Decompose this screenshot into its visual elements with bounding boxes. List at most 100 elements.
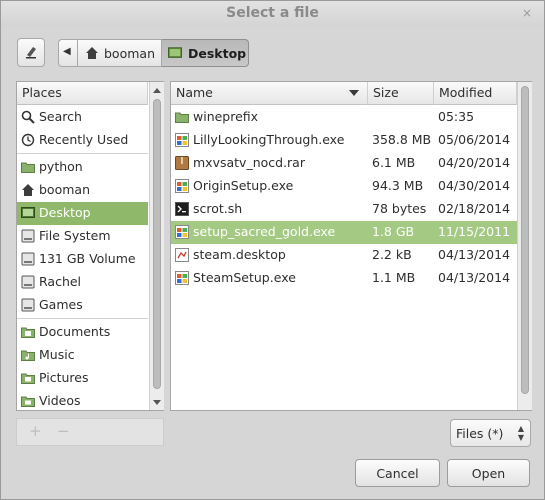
file-size: 1.8 GB: [372, 224, 415, 239]
file-modified: 11/15/2011: [438, 224, 511, 239]
places-sidebar: Places Search Recently Used python booma…: [16, 81, 164, 411]
sidebar-item-label: Rachel: [39, 274, 82, 289]
file-list-scrollbar[interactable]: [517, 82, 532, 410]
sidebar-item-label: booman: [39, 182, 90, 197]
sidebar-item-label: File System: [39, 228, 111, 243]
filter-value: Files (*): [456, 426, 504, 441]
add-bookmark-button[interactable]: +: [29, 422, 42, 440]
bookmark-toolbar: + −: [16, 418, 164, 446]
divider: [17, 318, 148, 319]
file-modified: 04/13/2014: [438, 270, 511, 285]
drive-icon: [21, 229, 35, 243]
sidebar-item-131gb-volume[interactable]: 131 GB Volume: [17, 248, 148, 271]
breadcrumb-booman[interactable]: booman: [78, 39, 162, 67]
pictures-folder-icon: [21, 373, 35, 384]
file-row[interactable]: steam.desktop 2.2 kB 04/13/2014: [171, 244, 517, 267]
drive-icon: [21, 275, 35, 289]
sidebar-item-python[interactable]: python: [17, 156, 148, 179]
sidebar-item-label: Games: [39, 297, 83, 312]
sidebar-item-label: Recently Used: [39, 132, 129, 147]
dialog-title: Select a file: [226, 5, 319, 21]
sidebar-item-label: python: [39, 159, 83, 174]
file-row[interactable]: OriginSetup.exe 94.3 MB 04/30/2014: [171, 175, 517, 198]
sidebar-item-booman[interactable]: booman: [17, 179, 148, 202]
pencil-icon: [26, 47, 36, 59]
chevron-left-icon: ◀: [63, 46, 71, 57]
sidebar-item-file-system[interactable]: File System: [17, 225, 148, 248]
column-header-size[interactable]: Size: [368, 82, 434, 105]
file-size: 6.1 MB: [372, 155, 416, 170]
column-label: Modified: [439, 85, 493, 100]
file-size: 2.2 kB: [372, 247, 412, 262]
desktop-icon: [168, 47, 182, 58]
file-size: 78 bytes: [372, 201, 427, 216]
home-icon: [22, 184, 34, 196]
file-modified: 04/13/2014: [438, 247, 511, 262]
sidebar-item-label: Search: [39, 109, 82, 124]
breadcrumb-label: Desktop: [188, 46, 247, 61]
chevron-down-icon: ▼: [517, 433, 524, 442]
close-icon[interactable]: ×: [522, 6, 532, 20]
scrollbar-thumb[interactable]: [521, 86, 529, 394]
file-chooser-dialog: Select a file × ◀ booman Desktop Places …: [0, 0, 545, 500]
column-label: Size: [373, 85, 399, 100]
sidebar-item-rachel[interactable]: Rachel: [17, 271, 148, 294]
sidebar-item-recently-used[interactable]: Recently Used: [17, 129, 148, 152]
file-name: LillyLookingThrough.exe: [193, 132, 345, 147]
remove-bookmark-button[interactable]: −: [57, 422, 70, 440]
column-header-modified[interactable]: Modified: [434, 82, 517, 105]
scroll-down-icon[interactable]: [153, 400, 161, 405]
scroll-up-icon[interactable]: [153, 88, 161, 93]
folder-icon: [175, 112, 189, 123]
breadcrumb-desktop[interactable]: Desktop: [162, 39, 249, 67]
sidebar-item-documents[interactable]: Documents: [17, 321, 148, 344]
open-button[interactable]: Open: [447, 459, 530, 487]
path-back-button[interactable]: ◀: [58, 39, 78, 67]
file-name: scrot.sh: [193, 201, 243, 216]
cancel-button[interactable]: Cancel: [355, 459, 440, 487]
folder-icon: [21, 162, 35, 173]
sidebar-item-pictures[interactable]: Pictures: [17, 367, 148, 390]
places-scrollbar[interactable]: [149, 82, 164, 410]
file-type-filter[interactable]: Files (*) ▲ ▼: [450, 419, 531, 447]
file-name: mxvsatv_nocd.rar: [193, 155, 305, 170]
sidebar-item-desktop[interactable]: Desktop: [17, 202, 148, 225]
videos-folder-icon: [21, 396, 35, 407]
desktop-file-icon: [175, 248, 189, 262]
file-row[interactable]: LillyLookingThrough.exe 358.8 MB 05/06/2…: [171, 129, 517, 152]
sort-descending-icon: [349, 90, 359, 96]
file-modified: 05:35: [438, 109, 475, 124]
file-size: 1.1 MB: [372, 270, 416, 285]
titlebar[interactable]: Select a file ×: [1, 1, 544, 27]
file-row[interactable]: wineprefix 05:35: [171, 106, 517, 129]
sidebar-item-search[interactable]: Search: [17, 106, 148, 129]
type-location-button[interactable]: [17, 38, 45, 67]
file-row[interactable]: scrot.sh 78 bytes 02/18/2014: [171, 198, 517, 221]
file-modified: 02/18/2014: [438, 201, 511, 216]
file-name: OriginSetup.exe: [193, 178, 294, 193]
file-row-selected[interactable]: setup_sacred_gold.exe 1.8 GB 11/15/2011: [171, 221, 517, 244]
exe-icon: [175, 271, 189, 285]
file-modified: 04/20/2014: [438, 155, 511, 170]
column-header-name[interactable]: Name: [171, 82, 368, 105]
breadcrumb-label: booman: [104, 46, 155, 61]
drive-icon: [21, 298, 35, 312]
file-name: SteamSetup.exe: [193, 270, 296, 285]
sidebar-item-music[interactable]: Music: [17, 344, 148, 367]
search-icon: [21, 110, 35, 124]
script-icon: [175, 202, 189, 216]
open-label: Open: [471, 466, 506, 481]
spinner-icon: ▲ ▼: [518, 424, 524, 442]
drive-icon: [21, 252, 35, 266]
file-row[interactable]: mxvsatv_nocd.rar 6.1 MB 04/20/2014: [171, 152, 517, 175]
divider: [17, 153, 148, 154]
sidebar-item-label: Pictures: [39, 370, 89, 385]
file-name: steam.desktop: [193, 247, 286, 262]
sidebar-item-games[interactable]: Games: [17, 294, 148, 317]
file-list: Name Size Modified wineprefix 05:35 Lill…: [170, 81, 532, 411]
file-row[interactable]: SteamSetup.exe 1.1 MB 04/13/2014: [171, 267, 517, 290]
desktop-icon: [21, 207, 35, 218]
scrollbar-thumb[interactable]: [153, 99, 161, 389]
file-modified: 04/30/2014: [438, 178, 511, 193]
sidebar-item-videos[interactable]: Videos: [17, 390, 148, 413]
